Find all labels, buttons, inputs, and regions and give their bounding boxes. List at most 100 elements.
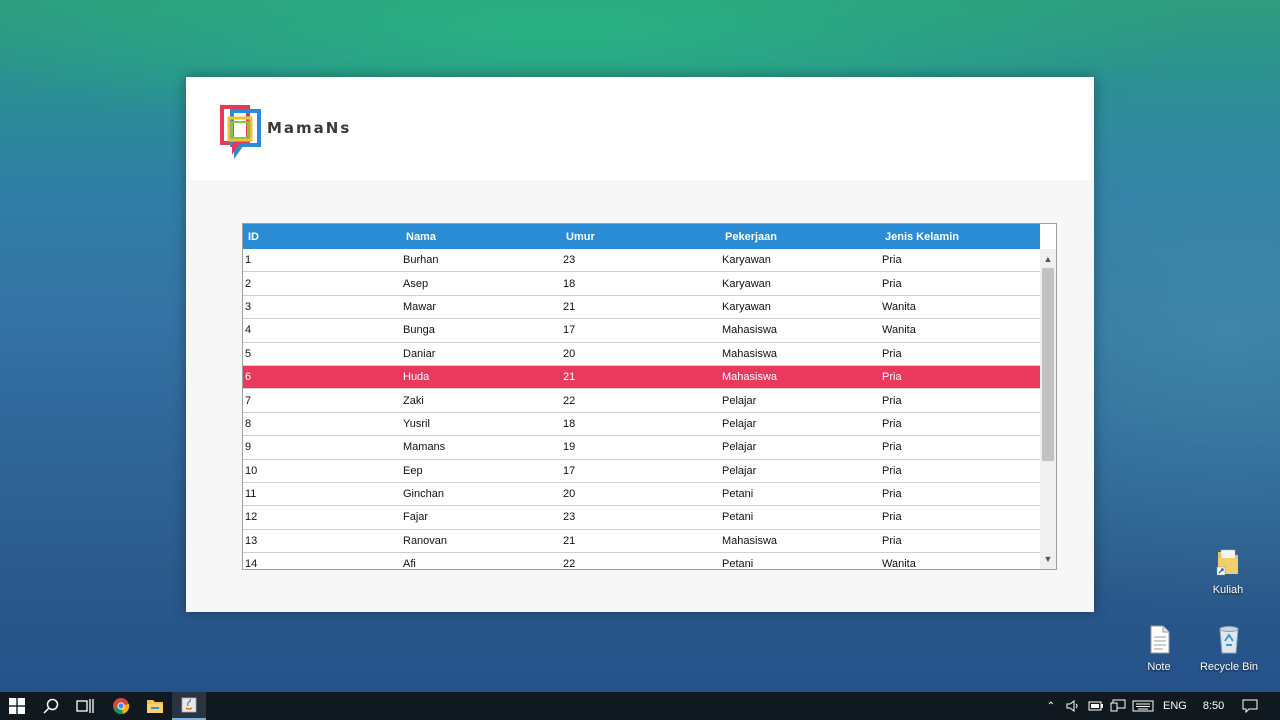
- table-cell: 6: [245, 371, 252, 384]
- notifications-icon[interactable]: [1242, 699, 1258, 713]
- table-cell: Mahasiswa: [722, 371, 778, 384]
- table-cell: Pelajar: [722, 394, 757, 407]
- language-indicator[interactable]: ENG: [1163, 700, 1187, 712]
- table-cell: Fajar: [403, 511, 429, 524]
- table-row[interactable]: 7 Zaki 22 Pelajar Pria: [243, 389, 1040, 413]
- table-cell: 23: [563, 511, 576, 524]
- app-window: MamaNs ID Nama Umur Pekerjaan Jenis Kelamin …: [186, 77, 1094, 612]
- table-cell: Wanita: [882, 300, 916, 313]
- volume-icon[interactable]: [1066, 699, 1080, 713]
- table-cell: 1: [245, 254, 252, 267]
- table-cell: Ginchan: [403, 488, 444, 501]
- table-cell: Zaki: [403, 394, 424, 407]
- table-cell: Pelajar: [722, 441, 757, 454]
- table-cell: Pria: [882, 417, 902, 430]
- table-cell: Petani: [722, 511, 754, 524]
- table-cell: 17: [563, 324, 576, 337]
- table-row[interactable]: 9 Mamans 19 Pelajar Pria: [243, 436, 1040, 460]
- column-header[interactable]: Pekerjaan: [725, 224, 777, 249]
- column-header[interactable]: Nama: [406, 224, 436, 249]
- table-row[interactable]: 8 Yusril 18 Pelajar Pria: [243, 413, 1040, 437]
- table-cell: Pria: [882, 488, 902, 501]
- table-cell: Wanita: [882, 324, 916, 337]
- search-button[interactable]: [34, 692, 68, 720]
- clock[interactable]: 8:50: [1203, 700, 1224, 712]
- table-cell: 8: [245, 417, 252, 430]
- chevron-up-icon[interactable]: ⌃: [1044, 701, 1058, 712]
- desktop-icon-label: Recycle Bin: [1199, 661, 1259, 673]
- scroll-up-arrow-icon[interactable]: ▲: [1040, 251, 1056, 267]
- table-row[interactable]: 1 Burhan 23 Karyawan Pria: [243, 249, 1040, 273]
- table-cell: Karyawan: [722, 254, 771, 267]
- battery-icon[interactable]: [1088, 700, 1104, 712]
- folder-shortcut-icon: [1216, 549, 1238, 576]
- table-cell: Mahasiswa: [722, 347, 778, 360]
- table-body[interactable]: 1 Burhan 23 Karyawan Pria 2 Asep 18 Karyawan Pria…: [243, 249, 1040, 570]
- column-header[interactable]: Umur: [566, 224, 595, 249]
- table-cell: Pria: [882, 254, 902, 267]
- search-icon: [43, 698, 59, 714]
- windows-logo-icon: [9, 698, 25, 714]
- table-row[interactable]: 3 Mawar 21 Karyawan Wanita: [243, 296, 1040, 320]
- table-cell: Pelajar: [722, 417, 757, 430]
- table-cell: 5: [245, 347, 252, 360]
- folder-icon: [147, 700, 163, 713]
- table-cell: Eep: [403, 464, 423, 477]
- data-table[interactable]: ID Nama Umur Pekerjaan Jenis Kelamin 1 Burhan…: [242, 223, 1057, 570]
- table-cell: 21: [563, 371, 576, 384]
- start-button[interactable]: [0, 692, 34, 720]
- table-cell: 20: [563, 488, 576, 501]
- desktop-icon-recycle-bin[interactable]: Recycle Bin: [1194, 623, 1264, 673]
- chrome-icon: [113, 698, 130, 715]
- table-row[interactable]: 6 Huda 21 Mahasiswa Pria: [243, 365, 1040, 390]
- scroll-thumb[interactable]: [1042, 268, 1054, 461]
- table-row[interactable]: 14 Afi 22 Petani Wanita: [243, 553, 1040, 570]
- table-cell: 19: [563, 441, 576, 454]
- desktop-icon-note[interactable]: Note: [1124, 623, 1194, 673]
- table-cell: 4: [245, 324, 252, 337]
- table-cell: 2: [245, 277, 252, 290]
- table-cell: 12: [245, 511, 258, 524]
- table-cell: 11: [245, 488, 257, 501]
- table-cell: 21: [563, 300, 576, 313]
- table-row[interactable]: 13 Ranovan 21 Mahasiswa Pria: [243, 530, 1040, 554]
- recycle-bin-icon: [1219, 626, 1239, 654]
- table-cell: Burhan: [403, 254, 439, 267]
- vertical-scrollbar[interactable]: ▲ ▼: [1040, 249, 1056, 569]
- table-cell: Karyawan: [722, 277, 771, 290]
- table-cell: Pria: [882, 441, 902, 454]
- network-icon[interactable]: [1110, 699, 1126, 713]
- table-row[interactable]: 4 Bunga 17 Mahasiswa Wanita: [243, 319, 1040, 343]
- table-row[interactable]: 5 Daniar 20 Mahasiswa Pria: [243, 343, 1040, 366]
- desktop-icon-label: Kuliah: [1212, 584, 1244, 596]
- scroll-down-arrow-icon[interactable]: ▼: [1040, 551, 1056, 567]
- taskbar: ⌃ ENG 8:50: [0, 692, 1280, 720]
- table-cell: Petani: [722, 488, 754, 501]
- taskbar-file-explorer[interactable]: [138, 692, 172, 720]
- table-row[interactable]: 2 Asep 18 Karyawan Pria: [243, 272, 1040, 296]
- table-header: ID Nama Umur Pekerjaan Jenis Kelamin: [243, 224, 1040, 249]
- table-cell: 14: [245, 558, 258, 570]
- table-cell: 17: [563, 464, 576, 477]
- task-view-button[interactable]: [68, 692, 102, 720]
- column-header[interactable]: Jenis Kelamin: [885, 224, 959, 249]
- keyboard-icon[interactable]: [1132, 700, 1154, 712]
- table-cell: 21: [563, 534, 576, 547]
- java-icon: [181, 697, 197, 713]
- table-cell: Pria: [882, 511, 902, 524]
- table-cell: 18: [563, 277, 576, 290]
- brand-name: MamaNs: [267, 119, 352, 137]
- table-cell: Huda: [403, 371, 430, 384]
- taskbar-java-app[interactable]: [172, 692, 206, 720]
- table-row[interactable]: 12 Fajar 23 Petani Pria: [243, 506, 1040, 530]
- taskbar-chrome[interactable]: [104, 692, 138, 720]
- table-row[interactable]: 10 Eep 17 Pelajar Pria: [243, 460, 1040, 483]
- table-cell: 7: [245, 394, 252, 407]
- table-cell: 22: [563, 558, 576, 570]
- table-cell: 9: [245, 441, 252, 454]
- column-header[interactable]: ID: [248, 224, 259, 249]
- task-view-icon: [76, 699, 94, 713]
- table-row[interactable]: 11 Ginchan 20 Petani Pria: [243, 483, 1040, 507]
- table-cell: Mawar: [403, 300, 437, 313]
- desktop-icon-kuliah[interactable]: Kuliah: [1193, 546, 1263, 596]
